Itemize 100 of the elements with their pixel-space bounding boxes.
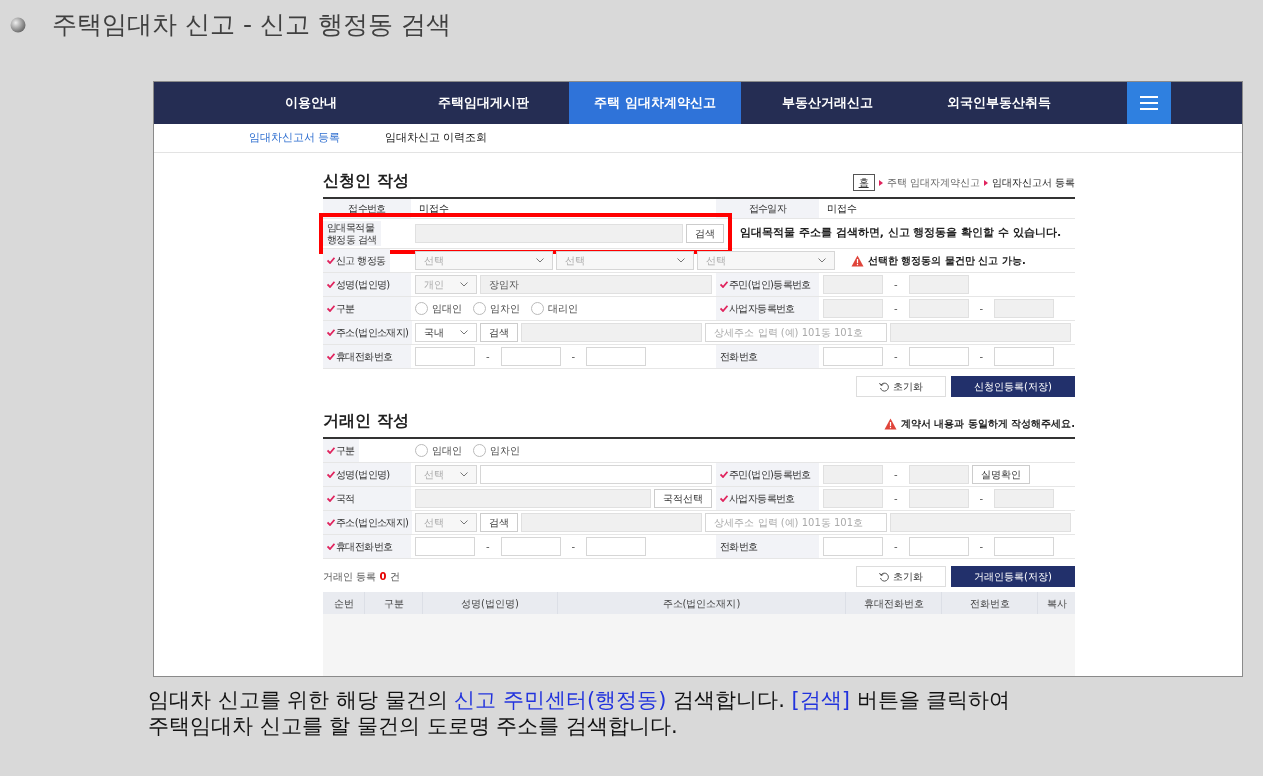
label-text: 접수번호 [348,202,386,215]
chevron-icon [460,282,468,287]
dash-separator: - [978,302,985,316]
column-header: 순번 [332,596,355,611]
reset-button[interactable]: 초기화 [856,566,946,587]
input-field[interactable] [823,347,883,366]
field-value: 미접수 [418,202,450,216]
chevron-icon [460,330,468,335]
dash-separator: - [978,540,985,554]
radio-label: 임차인 [490,444,520,458]
breadcrumb-link[interactable]: 주택 임대자계약신고 [886,175,980,190]
caption-text: 주택임대차 신고를 할 물건의 도로명 주소를 검색합니다. [148,713,679,739]
dash-separator: - [570,350,577,364]
search-button[interactable]: 실명확인 [971,465,1030,484]
check-icon [327,257,335,264]
dash-separator: - [893,350,899,364]
radio-option[interactable]: 임차인 [473,301,520,316]
label-text: 전화번호 [720,540,758,553]
caption-text: 임대차 신고를 위한 해당 물건의 신고 주민센터(행정동) 검색합니다. [검색] 버튼을 클릭하여 [148,687,1012,713]
radio-button[interactable] [415,302,428,315]
warning-text: 선택한 행정동의 물건만 신고 가능. [868,254,1026,268]
radio-option[interactable]: 임차인 [473,443,520,458]
radio-button[interactable] [473,444,486,457]
input-field[interactable] [415,537,475,556]
dash-separator: - [893,278,899,292]
radio-button[interactable] [415,444,428,457]
arrow-icon [983,179,988,186]
search-button[interactable]: 검색 [480,323,518,342]
label-text: 주민(법인)등록번호 [729,278,811,291]
sub-tab[interactable]: 임대차신고 이력조회 [384,129,487,147]
input-field[interactable] [994,537,1055,556]
check-icon [327,543,335,550]
radio-option[interactable]: 임대인 [415,443,462,458]
check-icon [720,495,728,502]
sub-tab[interactable]: 임대차신고서 등록 [249,129,341,147]
dash-separator: - [893,468,899,482]
input-field[interactable] [586,347,647,366]
label-text: 신고 행정동 [336,254,386,267]
dash-separator: - [570,540,577,554]
nav-tab[interactable]: 외국인부동산취득 [913,82,1085,124]
check-icon [327,447,335,454]
reset-icon [879,571,889,582]
home-link[interactable]: 홈 [852,174,875,191]
check-icon [720,471,728,478]
check-icon [327,329,335,336]
search-button[interactable]: 국적선택 [654,489,712,508]
radio-label: 임대인 [432,444,462,458]
warning-text: 계약서 내용과 동일하게 작성해주세요. [900,417,1075,431]
dash-separator: - [978,492,985,506]
nav-tab[interactable]: 부동산거래신고 [741,82,913,124]
save-button[interactable]: 거래인등록(저장) [951,566,1075,587]
warning-icon [851,254,864,267]
dash-separator: - [893,302,899,316]
label-text: 주민(법인)등록번호 [729,468,811,481]
input-field[interactable] [994,347,1055,366]
check-icon [720,281,728,288]
input-field[interactable] [908,347,969,366]
radio-button[interactable] [531,302,544,315]
check-icon [327,305,335,312]
input-field[interactable] [500,537,561,556]
input-field[interactable] [500,347,561,366]
chevron-icon [460,520,468,525]
search-button[interactable]: 검색 [686,224,724,243]
label-text: 성명(법인명) [336,278,390,291]
radio-option[interactable]: 임대인 [415,301,462,316]
registration-count: 거래인 등록 0 건 [323,570,400,584]
label-text: 주소(법인소재지) [336,326,409,339]
check-icon [327,471,335,478]
section-title: 신청인 작성 [323,170,409,192]
label-text: 국적 [336,492,355,505]
menu-button[interactable] [1127,82,1171,124]
label-text: 접수일자 [748,202,787,215]
input-field[interactable] [480,465,712,484]
dash-separator: - [485,350,491,364]
slide-title: 주택임대차 신고 - 신고 행정동 검색 [52,9,451,42]
input-field[interactable] [823,537,883,556]
label-text: 휴대전화번호 [336,350,393,363]
reset-button[interactable]: 초기화 [856,376,946,397]
radio-button[interactable] [473,302,486,315]
nav-tab[interactable]: 주택 임대차계약신고 [569,82,741,124]
warning-icon [883,417,897,430]
nav-tab[interactable]: 주택임대게시판 [397,82,569,124]
input-field[interactable] [586,537,647,556]
field-value: 미접수 [826,202,858,216]
radio-label: 임대인 [432,302,462,316]
save-button[interactable]: 신청인등록(저장) [951,376,1075,397]
search-button[interactable]: 검색 [480,513,518,532]
check-icon [327,281,335,288]
input-field[interactable] [415,347,475,366]
radio-option[interactable]: 대리인 [531,301,578,316]
input-field[interactable] [908,537,969,556]
dash-separator: - [893,492,899,506]
check-icon [327,353,335,360]
dropdown[interactable]: 국내 [415,323,477,342]
nav-tab[interactable]: 이용안내 [225,82,397,124]
label-text: 구분 [336,444,355,457]
breadcrumb-link[interactable]: 임대자신고서 등록 [991,175,1075,190]
check-icon [327,495,335,502]
bullet-icon [10,17,26,33]
label-text: 휴대전화번호 [336,540,393,553]
